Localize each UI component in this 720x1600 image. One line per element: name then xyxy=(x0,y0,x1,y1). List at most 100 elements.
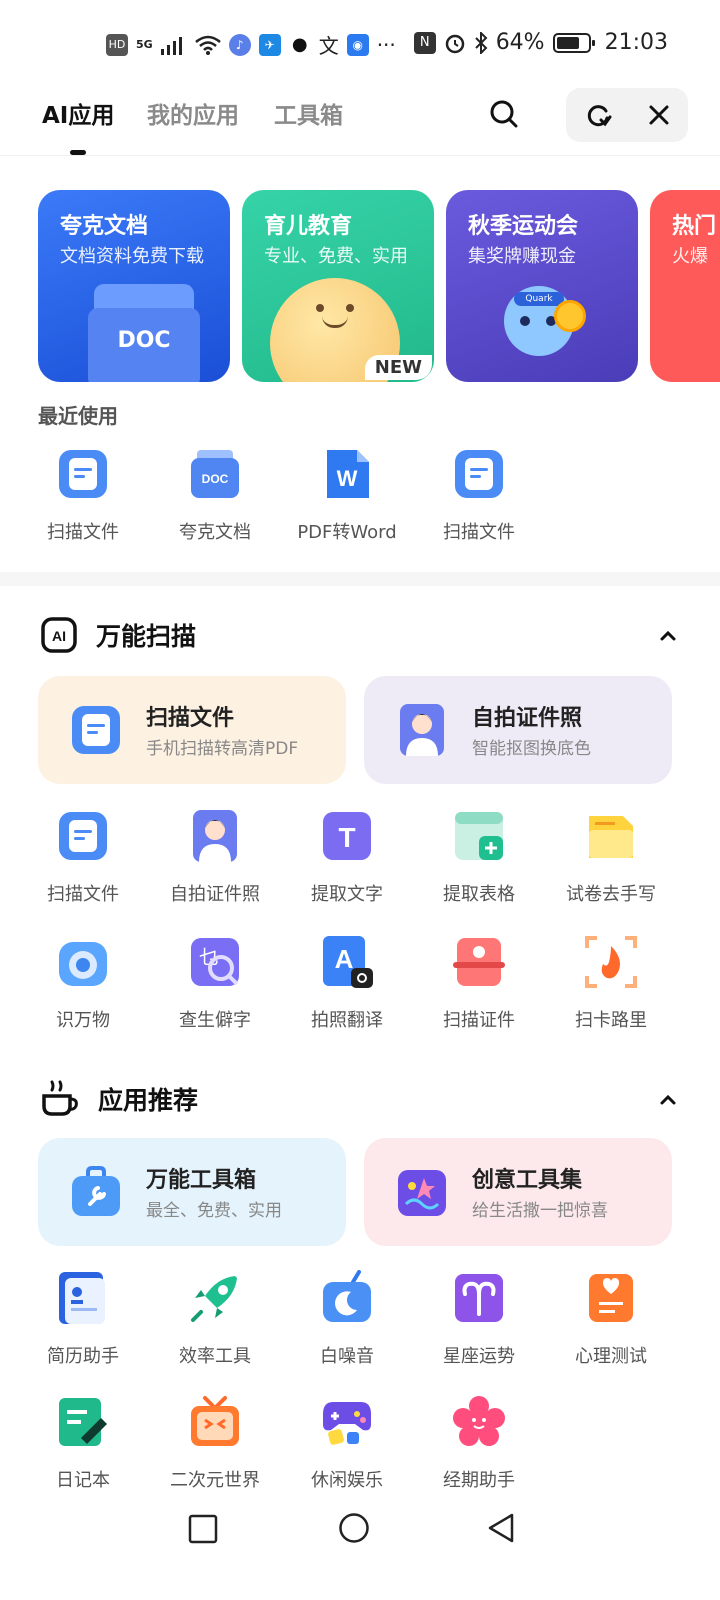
recent-item-label: 夸克文档 xyxy=(179,522,251,543)
recent-item-label: 扫描文件 xyxy=(443,522,515,543)
banner-title: 秋季运动会 xyxy=(468,214,579,239)
card-scan-file[interactable]: 扫描文件 手机扫描转高清PDF xyxy=(38,676,346,784)
tool-item[interactable]: T 提取文字 xyxy=(280,808,414,906)
new-badge: NEW xyxy=(364,355,432,380)
signal-icon xyxy=(160,36,182,55)
top-tab-bar: AI应用 我的应用 工具箱 xyxy=(0,84,720,156)
app-item[interactable]: 心理测试 xyxy=(544,1270,678,1368)
card-id-photo[interactable]: 自拍证件照 智能抠图换底色 xyxy=(364,676,672,784)
music-app-icon: ♪ xyxy=(228,33,251,56)
banner-subtitle: 文档资料免费下载 xyxy=(60,246,204,267)
bluetooth-icon xyxy=(474,31,488,54)
status-bar: HD 5G ♪ ✈ ● 文 ◉ ··· N 64% 21:03 xyxy=(0,0,720,90)
recent-item[interactable]: 扫描文件 xyxy=(16,446,150,544)
app-item[interactable]: 日记本 xyxy=(16,1394,150,1492)
tool-item-label: 自拍证件照 xyxy=(170,884,260,905)
word-icon: W xyxy=(319,446,375,502)
tab-my-apps[interactable]: 我的应用 xyxy=(147,96,239,130)
app-item[interactable]: 星座运势 xyxy=(412,1270,546,1368)
app-item-label: 效率工具 xyxy=(179,1346,251,1367)
zodiac-aries-icon xyxy=(451,1270,507,1326)
banner-autumn-sports[interactable]: 秋季运动会 集奖牌赚现金 Quark xyxy=(446,190,638,382)
banner-quark-docs[interactable]: 夸克文档 文档资料免费下载 DOC xyxy=(38,190,230,382)
anime-tv-icon xyxy=(187,1394,243,1450)
tool-item-label: 提取文字 xyxy=(311,884,383,905)
recents-square-icon[interactable] xyxy=(188,1514,218,1544)
card-subtitle: 给生活撒一把惊喜 xyxy=(472,1201,608,1221)
banner-title: 育儿教育 xyxy=(264,214,353,239)
tool-item[interactable]: 提取表格 xyxy=(412,808,546,906)
tool-item-label: 提取表格 xyxy=(443,884,515,905)
app-item-label: 经期助手 xyxy=(443,1470,515,1491)
app-item[interactable]: 经期助手 xyxy=(412,1394,546,1492)
rare-char-search-icon: 乜 xyxy=(187,934,243,990)
creative-box-icon xyxy=(394,1164,450,1220)
collapse-chevron-icon[interactable] xyxy=(658,626,678,646)
collapse-chevron-icon[interactable] xyxy=(658,1090,678,1110)
calorie-flame-icon xyxy=(583,934,639,990)
tool-item[interactable]: 乜 查生僻字 xyxy=(148,934,282,1032)
tiktok-style-app-icon: ✈ xyxy=(258,33,281,56)
card-universal-toolbox[interactable]: 万能工具箱 最全、免费、实用 xyxy=(38,1138,346,1246)
tool-item-label: 扫卡路里 xyxy=(575,1010,647,1031)
tool-item[interactable]: 扫描文件 xyxy=(16,808,150,906)
doc-icon: DOC xyxy=(187,446,243,502)
tab-ai-apps[interactable]: AI应用 xyxy=(42,96,114,130)
app-item[interactable]: 效率工具 xyxy=(148,1270,282,1368)
app-item-label: 星座运势 xyxy=(443,1346,515,1367)
refresh-icon[interactable] xyxy=(584,101,612,129)
banner-title: 热门 xyxy=(672,214,717,239)
home-circle-icon[interactable] xyxy=(338,1512,370,1544)
more-notifications-icon: ··· xyxy=(376,32,396,57)
tool-item[interactable]: 自拍证件照 xyxy=(148,808,282,906)
app-item[interactable]: 二次元世界 xyxy=(148,1394,282,1492)
app-item-label: 白噪音 xyxy=(320,1346,374,1367)
5g-icon: 5G xyxy=(136,38,153,51)
tool-item[interactable]: 扫卡路里 xyxy=(544,934,678,1032)
tab-toolbox[interactable]: 工具箱 xyxy=(274,96,343,130)
psych-test-icon xyxy=(583,1270,639,1326)
banner-hot[interactable]: 热门 火爆 xyxy=(650,190,720,382)
app-item-label: 心理测试 xyxy=(575,1346,647,1367)
app-item-label: 简历助手 xyxy=(47,1346,119,1367)
app-item[interactable]: 简历助手 xyxy=(16,1270,150,1368)
tool-item[interactable]: 扫描证件 xyxy=(412,934,546,1032)
table-extract-icon xyxy=(451,808,507,864)
doc-folder-art: DOC xyxy=(88,284,200,382)
ai-badge-icon: AI xyxy=(41,617,77,653)
card-title: 自拍证件照 xyxy=(472,706,583,731)
app-item[interactable]: 休闲娱乐 xyxy=(280,1394,414,1492)
tool-item[interactable]: 识万物 xyxy=(16,934,150,1032)
app-item-label: 休闲娱乐 xyxy=(311,1470,383,1491)
recent-item-label: 扫描文件 xyxy=(47,522,119,543)
toolbox-wrench-icon xyxy=(68,1164,124,1220)
hd-icon: HD xyxy=(106,33,128,56)
back-triangle-icon[interactable] xyxy=(486,1512,518,1544)
gold-medal-icon xyxy=(554,300,586,332)
tool-item-label: 查生僻字 xyxy=(179,1010,251,1031)
banner-title: 夸克文档 xyxy=(60,214,149,239)
banner-parenting[interactable]: 育儿教育 专业、免费、实用 NEW xyxy=(242,190,434,382)
battery-percent: 64% xyxy=(495,30,545,55)
recent-item[interactable]: 扫描文件 xyxy=(412,446,546,544)
search-icon[interactable] xyxy=(488,98,520,130)
close-icon[interactable] xyxy=(647,103,671,127)
clock: 21:03 xyxy=(604,30,668,55)
tool-item-label: 扫描文件 xyxy=(47,884,119,905)
white-noise-moon-icon xyxy=(319,1270,375,1326)
battery-icon xyxy=(552,32,595,53)
recent-item[interactable]: DOC 夸克文档 xyxy=(148,446,282,544)
card-creative-tools[interactable]: 创意工具集 给生活撒一把惊喜 xyxy=(364,1138,672,1246)
section-title: 万能扫描 xyxy=(96,622,197,651)
tool-item-label: 拍照翻译 xyxy=(311,1010,383,1031)
recent-item[interactable]: W PDF转Word xyxy=(280,446,414,544)
tool-item[interactable]: 试卷去手写 xyxy=(544,808,678,906)
svg-text:DOC: DOC xyxy=(202,472,229,486)
mini-app-capsule xyxy=(566,88,688,142)
tool-item[interactable]: A 拍照翻译 xyxy=(280,934,414,1032)
system-navigation-bar xyxy=(0,1500,720,1600)
section-divider xyxy=(0,572,720,586)
banner-subtitle: 集奖牌赚现金 xyxy=(468,246,576,267)
app-item[interactable]: 白噪音 xyxy=(280,1270,414,1368)
id-card-scan-icon xyxy=(451,934,507,990)
